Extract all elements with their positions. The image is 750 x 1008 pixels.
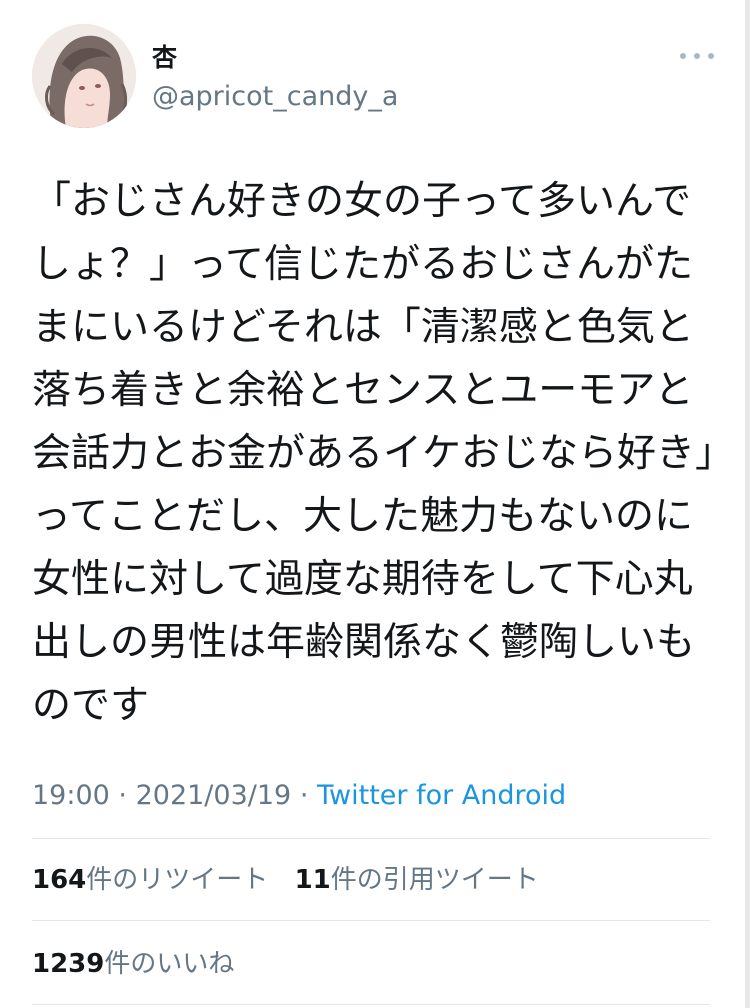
likes-label: 件のいいね xyxy=(104,949,235,979)
retweets-stat[interactable]: 164件のリツイート xyxy=(32,865,268,895)
meta-separator: · xyxy=(299,780,309,811)
avatar-illustration xyxy=(32,24,136,128)
tweet-time[interactable]: 19:00 xyxy=(32,780,110,811)
divider xyxy=(32,838,710,839)
retweets-count: 164 xyxy=(32,865,87,895)
more-horizontal-icon-dot xyxy=(708,53,714,59)
tweet-header: 杏 @apricot_candy_a xyxy=(32,22,722,132)
more-horizontal-icon-dot xyxy=(694,53,700,59)
divider xyxy=(32,1004,710,1005)
retweets-label: 件のリツイート xyxy=(86,865,269,895)
tweet-text: 「おじさん好きの女の子って多いんでしょ？」って信じたがるおじさんがたまにいるけど… xyxy=(32,179,715,728)
author-display-name[interactable]: 杏 xyxy=(152,42,177,74)
avatar[interactable] xyxy=(32,24,136,128)
right-edge-strip xyxy=(745,0,750,1008)
author-handle[interactable]: @apricot_candy_a xyxy=(152,80,398,114)
likes-row: 1239件のいいね xyxy=(32,946,252,982)
tweet-source-link[interactable]: Twitter for Android xyxy=(317,780,566,811)
quotes-label: 件の引用ツイート xyxy=(330,865,539,895)
engagement-row: 164件のリツイート 11件の引用ツイート xyxy=(32,862,557,898)
more-horizontal-icon xyxy=(680,53,686,59)
divider xyxy=(32,920,710,921)
more-options-button[interactable] xyxy=(680,48,714,64)
quotes-count: 11 xyxy=(294,865,331,895)
likes-count: 1239 xyxy=(32,949,105,979)
tweet-meta: 19:00 · 2021/03/19 · Twitter for Android xyxy=(32,776,566,816)
tweet-date[interactable]: 2021/03/19 xyxy=(136,780,292,811)
likes-stat[interactable]: 1239件のいいね xyxy=(32,949,234,979)
meta-separator: · xyxy=(118,780,127,811)
quotes-stat[interactable]: 11件の引用ツイート xyxy=(295,865,539,895)
